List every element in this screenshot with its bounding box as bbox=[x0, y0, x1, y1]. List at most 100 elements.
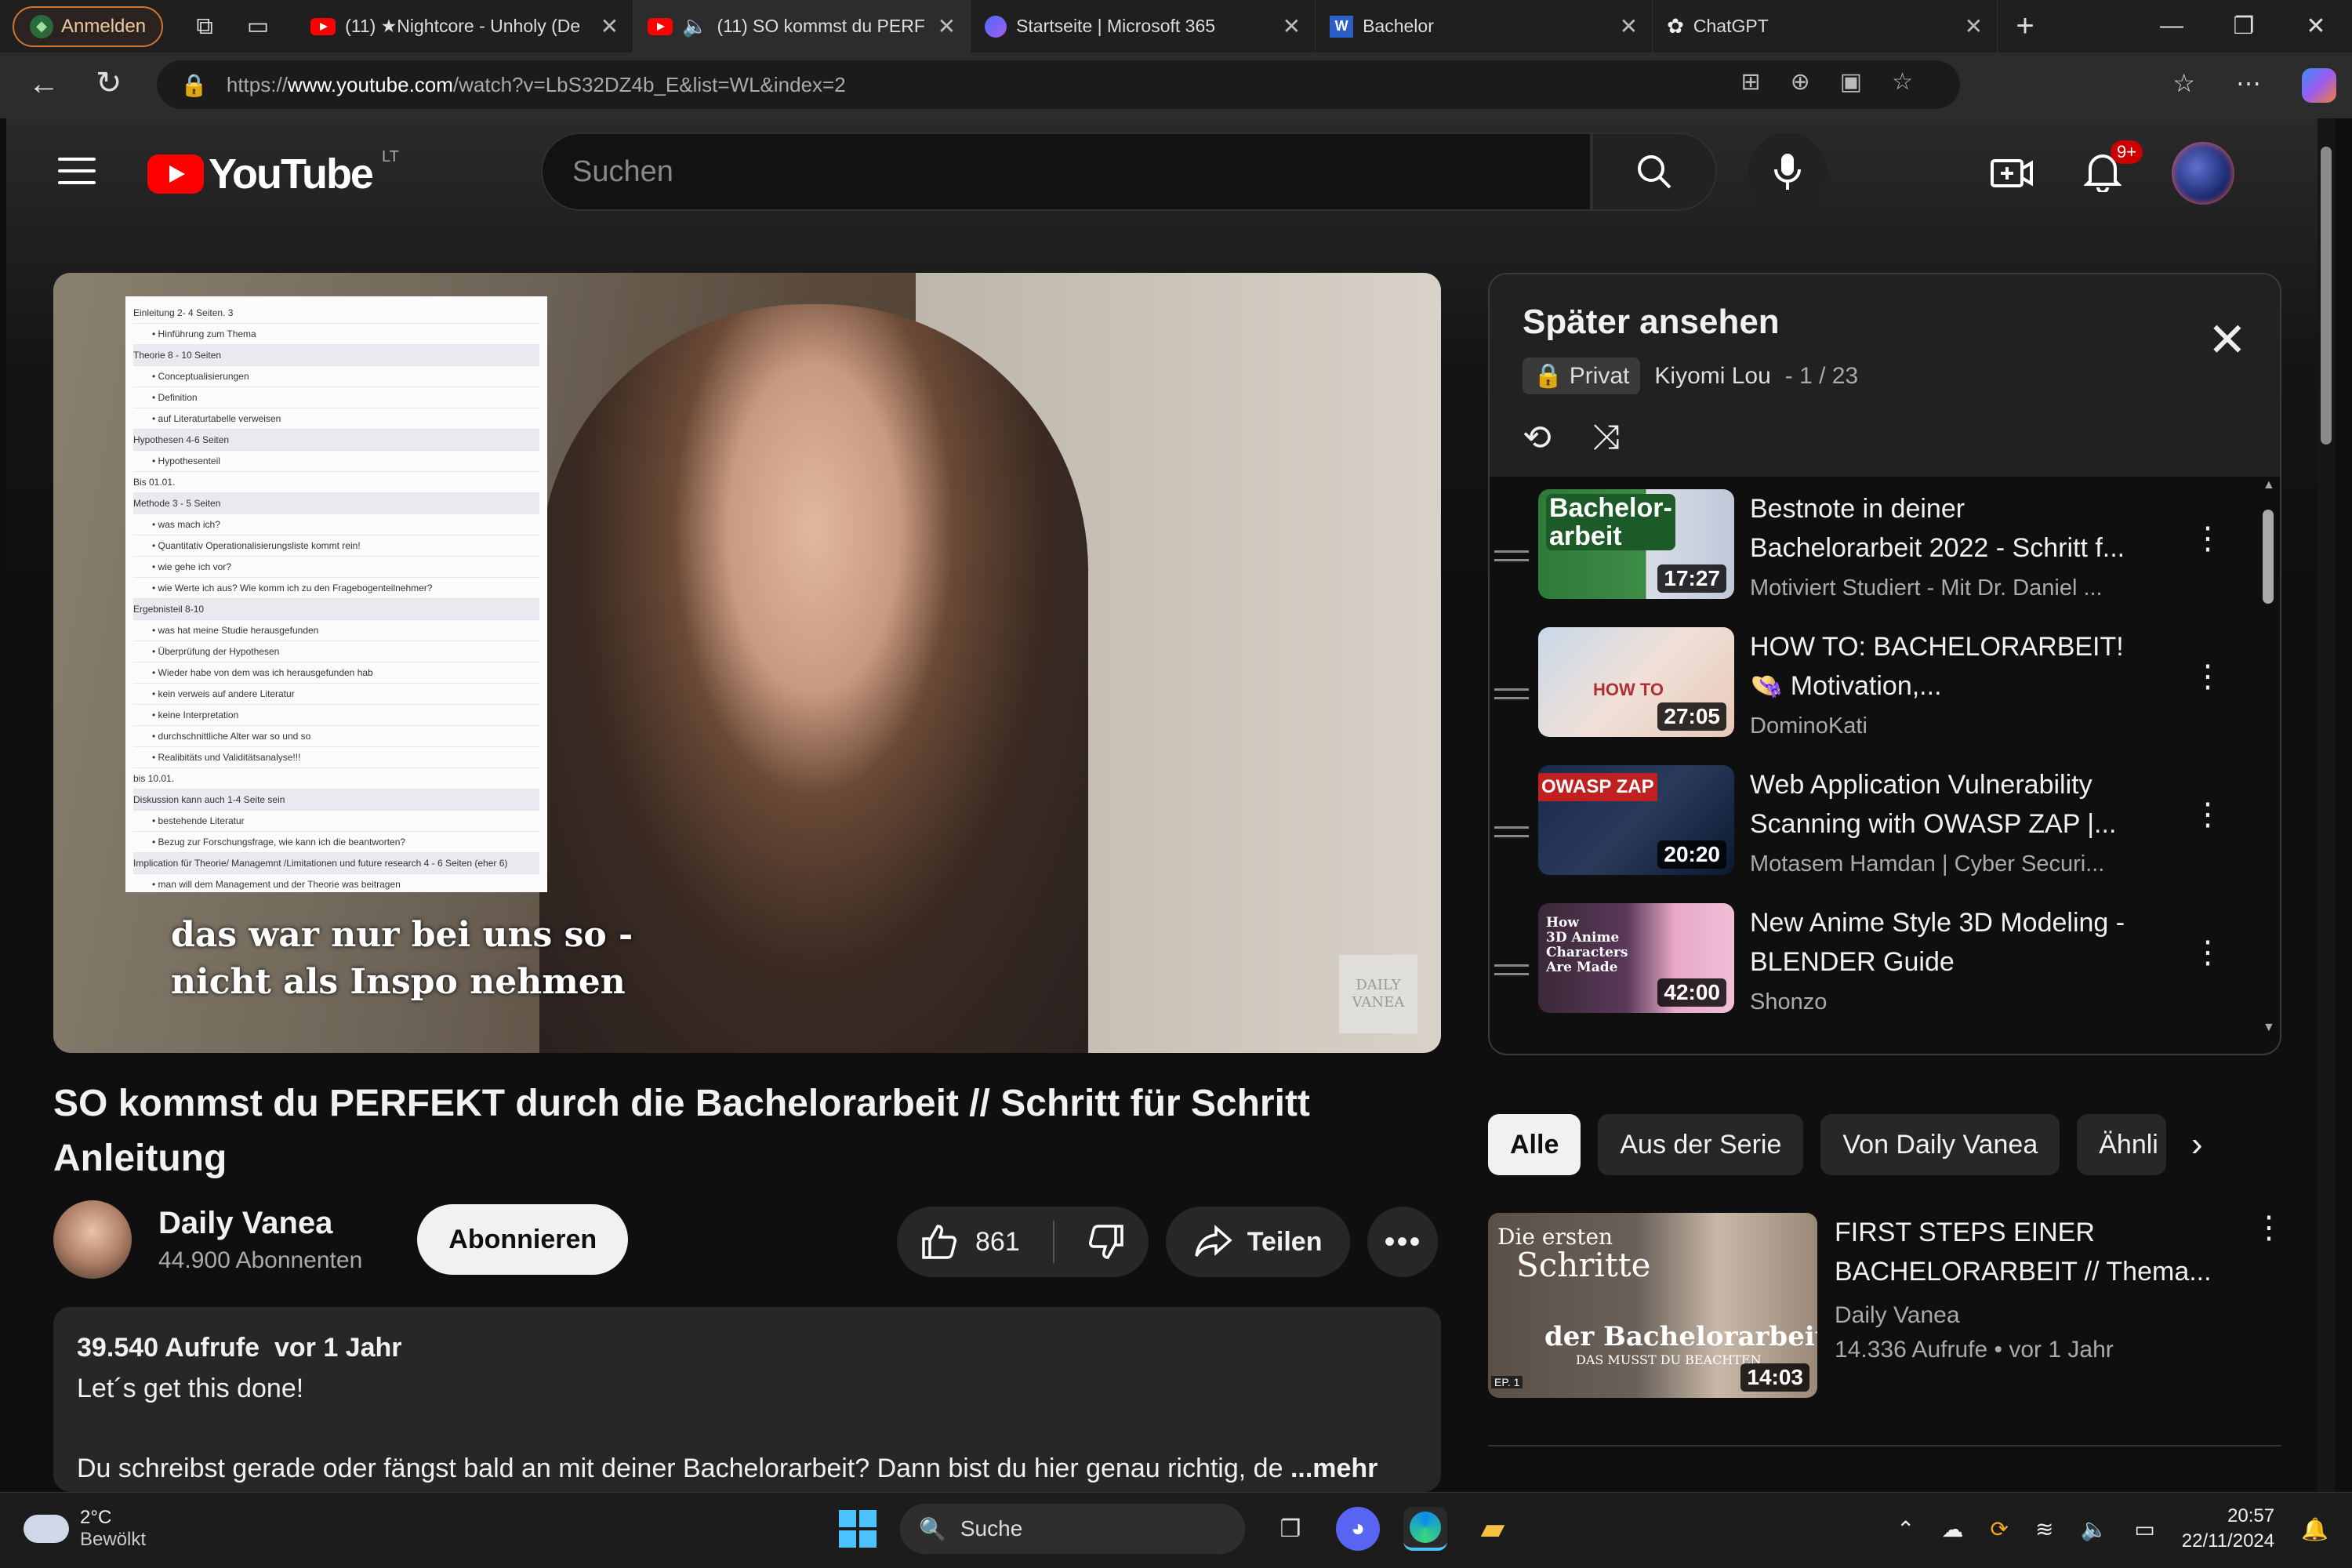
chip-from-channel[interactable]: Von Daily Vanea bbox=[1820, 1114, 2060, 1175]
playlist-video-title[interactable]: New Anime Style 3D Modeling - BLENDER Gu… bbox=[1750, 903, 2142, 982]
close-playlist-icon[interactable]: ✕ bbox=[2208, 317, 2247, 364]
playlist-video-title[interactable]: Bestnote in deiner Bachelorarbeit 2022 -… bbox=[1750, 489, 2142, 568]
minimize-icon[interactable]: — bbox=[2136, 13, 2208, 40]
maximize-icon[interactable]: ❐ bbox=[2208, 13, 2280, 40]
playlist-title[interactable]: Später ansehen bbox=[1523, 303, 2247, 342]
battery-icon[interactable]: ▭ bbox=[2134, 1516, 2154, 1542]
favorites-icon[interactable]: ☆ bbox=[2172, 68, 2195, 103]
playlist-owner[interactable]: Kiyomi Lou bbox=[1654, 363, 1770, 390]
search-button[interactable] bbox=[1592, 132, 1717, 211]
video-thumbnail[interactable]: Die ersten Schritte der Bachelorarbeit D… bbox=[1488, 1213, 1817, 1398]
youtube-logo[interactable]: YouTube LT bbox=[147, 148, 399, 198]
account-avatar[interactable] bbox=[2172, 142, 2234, 205]
video-thumbnail[interactable]: OWASP ZAP 20:20 bbox=[1538, 765, 1734, 875]
like-count[interactable]: 861 bbox=[975, 1227, 1020, 1258]
tab-nightcore[interactable]: (11) ★Nightcore - Unholy (De ✕ bbox=[296, 0, 634, 53]
video-player[interactable]: Einleitung 2- 4 Seiten. 3 • Hinführung zu… bbox=[53, 273, 1441, 1053]
loop-icon[interactable]: ⟲ bbox=[1523, 418, 1552, 458]
app-available-icon[interactable]: ⊞ bbox=[1740, 68, 1760, 96]
tab-chatgpt[interactable]: ✿ ChatGPT ✕ bbox=[1653, 0, 1998, 53]
playlist-item[interactable]: Bachelor- arbeit 17:27 Bestnote in deine… bbox=[1490, 489, 2280, 627]
wifi-icon[interactable]: ≋ bbox=[2035, 1516, 2053, 1542]
video-thumbnail[interactable]: How 3D Anime Characters Are Made 42:00 bbox=[1538, 903, 1734, 1013]
playlist-item[interactable]: OWASP ZAP 20:20 Web Application Vulnerab… bbox=[1490, 765, 2280, 903]
playlist-item[interactable]: How 3D Anime Characters Are Made 42:00 N… bbox=[1490, 903, 2280, 1041]
shuffle-icon[interactable]: ⤨ bbox=[1592, 418, 1620, 458]
tab-so-kommst-du[interactable]: 🔈 (11) SO kommst du PERF ✕ bbox=[633, 0, 971, 53]
chevron-right-icon[interactable]: › bbox=[2191, 1125, 2203, 1164]
new-tab-icon[interactable]: + bbox=[2005, 7, 2045, 46]
discord-icon[interactable]: ◕ bbox=[1336, 1507, 1380, 1551]
playlist-video-title[interactable]: Web Application Vulnerability Scanning w… bbox=[1750, 765, 2142, 844]
settings-more-icon[interactable]: ⋯ bbox=[2236, 68, 2261, 103]
profile-signin-button[interactable]: ◆ Anmelden bbox=[13, 5, 164, 47]
notification-center-icon[interactable]: 🔔 bbox=[2301, 1516, 2328, 1542]
create-video-icon[interactable] bbox=[1990, 156, 2034, 191]
item-menu-icon[interactable]: ⋮ bbox=[2192, 937, 2223, 968]
playlist-item[interactable]: HOW TO 27:05 HOW TO: BACHELORARBEIT! 👒 M… bbox=[1490, 627, 2280, 765]
thumbs-down-icon[interactable] bbox=[1087, 1223, 1125, 1261]
channel-watermark[interactable]: DAILY VANEA bbox=[1339, 955, 1417, 1033]
address-bar[interactable]: 🔒 https://www.youtube.com/watch?v=LbS32D… bbox=[157, 60, 1960, 109]
channel-name[interactable]: Daily Vanea bbox=[158, 1206, 362, 1241]
channel-avatar[interactable] bbox=[53, 1200, 132, 1279]
recommended-video[interactable]: Die ersten Schritte der Bachelorarbeit D… bbox=[1488, 1212, 2285, 1401]
volume-icon[interactable]: 🔈 bbox=[2080, 1516, 2107, 1542]
copilot-icon[interactable] bbox=[2302, 68, 2336, 103]
lock-icon[interactable]: 🔒 bbox=[180, 72, 208, 98]
menu-icon[interactable] bbox=[58, 158, 96, 184]
close-tab-icon[interactable]: ✕ bbox=[1965, 13, 1983, 39]
thumbs-up-icon[interactable] bbox=[920, 1223, 958, 1261]
tab-microsoft-365[interactable]: Startseite | Microsoft 365 ✕ bbox=[971, 0, 1316, 53]
recommended-video-title[interactable]: FIRST STEPS EINER BACHELORARBEIT // Them… bbox=[1835, 1213, 2242, 1291]
video-thumbnail[interactable]: Bachelor- arbeit 17:27 bbox=[1538, 489, 1734, 599]
voice-search-button[interactable] bbox=[1748, 132, 1827, 211]
item-menu-icon[interactable]: ⋮ bbox=[2192, 523, 2223, 554]
reload-icon[interactable]: ↻ bbox=[96, 65, 122, 101]
item-menu-icon[interactable]: ⋮ bbox=[2192, 661, 2223, 692]
share-button[interactable]: Teilen bbox=[1165, 1207, 1351, 1277]
windows-start-icon[interactable] bbox=[839, 1510, 877, 1548]
tab-bachelor[interactable]: W Bachelor ✕ bbox=[1316, 0, 1653, 53]
chip-similar[interactable]: Ähnli bbox=[2077, 1114, 2166, 1175]
subscribe-button[interactable]: Abonnieren bbox=[417, 1204, 629, 1275]
video-description[interactable]: 39.540 Aufrufe vor 1 Jahr Let´s get this… bbox=[53, 1307, 1441, 1492]
item-menu-icon[interactable]: ⋮ bbox=[2253, 1212, 2285, 1243]
search-box[interactable] bbox=[541, 132, 1592, 211]
clock[interactable]: 20:57 22/11/2024 bbox=[2182, 1504, 2274, 1554]
recommended-video-channel[interactable]: Daily Vanea bbox=[1835, 1302, 2242, 1329]
onedrive-icon[interactable]: ☁ bbox=[1942, 1516, 1964, 1542]
speaker-icon[interactable]: 🔈 bbox=[682, 14, 707, 38]
edge-icon[interactable] bbox=[1403, 1507, 1447, 1551]
drag-handle-icon[interactable] bbox=[1494, 964, 1529, 975]
drag-handle-icon[interactable] bbox=[1494, 688, 1529, 699]
drag-handle-icon[interactable] bbox=[1494, 826, 1529, 837]
zoom-icon[interactable]: ⊕ bbox=[1791, 68, 1810, 96]
more-actions-button[interactable]: ••• bbox=[1367, 1207, 1439, 1277]
workspaces-icon[interactable]: ⧉ bbox=[185, 7, 224, 46]
close-tab-icon[interactable]: ✕ bbox=[1620, 13, 1638, 39]
playlist-video-title[interactable]: HOW TO: BACHELORARBEIT! 👒 Motivation,... bbox=[1750, 627, 2142, 706]
chip-all[interactable]: Alle bbox=[1488, 1114, 1581, 1175]
page-scrollbar[interactable] bbox=[2318, 118, 2335, 1492]
notifications-button[interactable]: 9+ bbox=[2083, 140, 2143, 196]
drag-handle-icon[interactable] bbox=[1494, 550, 1529, 561]
back-icon[interactable]: ← bbox=[28, 67, 60, 102]
favorite-star-icon[interactable]: ☆ bbox=[1892, 68, 1913, 96]
chevron-up-icon[interactable]: ⌃ bbox=[1896, 1516, 1915, 1542]
task-view-icon[interactable]: ❐ bbox=[1269, 1507, 1312, 1551]
chip-series[interactable]: Aus der Serie bbox=[1598, 1114, 1804, 1175]
show-more-link[interactable]: ...mehr bbox=[1290, 1454, 1377, 1483]
sync-icon[interactable]: ⟳ bbox=[1991, 1516, 2009, 1542]
item-menu-icon[interactable]: ⋮ bbox=[2192, 799, 2223, 830]
taskbar-search[interactable]: 🔍 Suche bbox=[900, 1504, 1245, 1554]
close-tab-icon[interactable]: ✕ bbox=[938, 13, 956, 39]
playlist-scrollbar[interactable]: ▲ ▼ bbox=[2263, 478, 2275, 1035]
read-aloud-icon[interactable]: ▣ bbox=[1840, 68, 1862, 96]
vertical-tabs-icon[interactable]: ▭ bbox=[238, 7, 278, 46]
search-input[interactable] bbox=[572, 154, 1590, 189]
weather-widget[interactable]: 2°C Bewölkt bbox=[24, 1507, 146, 1551]
video-thumbnail[interactable]: HOW TO 27:05 bbox=[1538, 627, 1734, 737]
close-tab-icon[interactable]: ✕ bbox=[601, 13, 619, 39]
close-window-icon[interactable]: ✕ bbox=[2280, 13, 2352, 40]
